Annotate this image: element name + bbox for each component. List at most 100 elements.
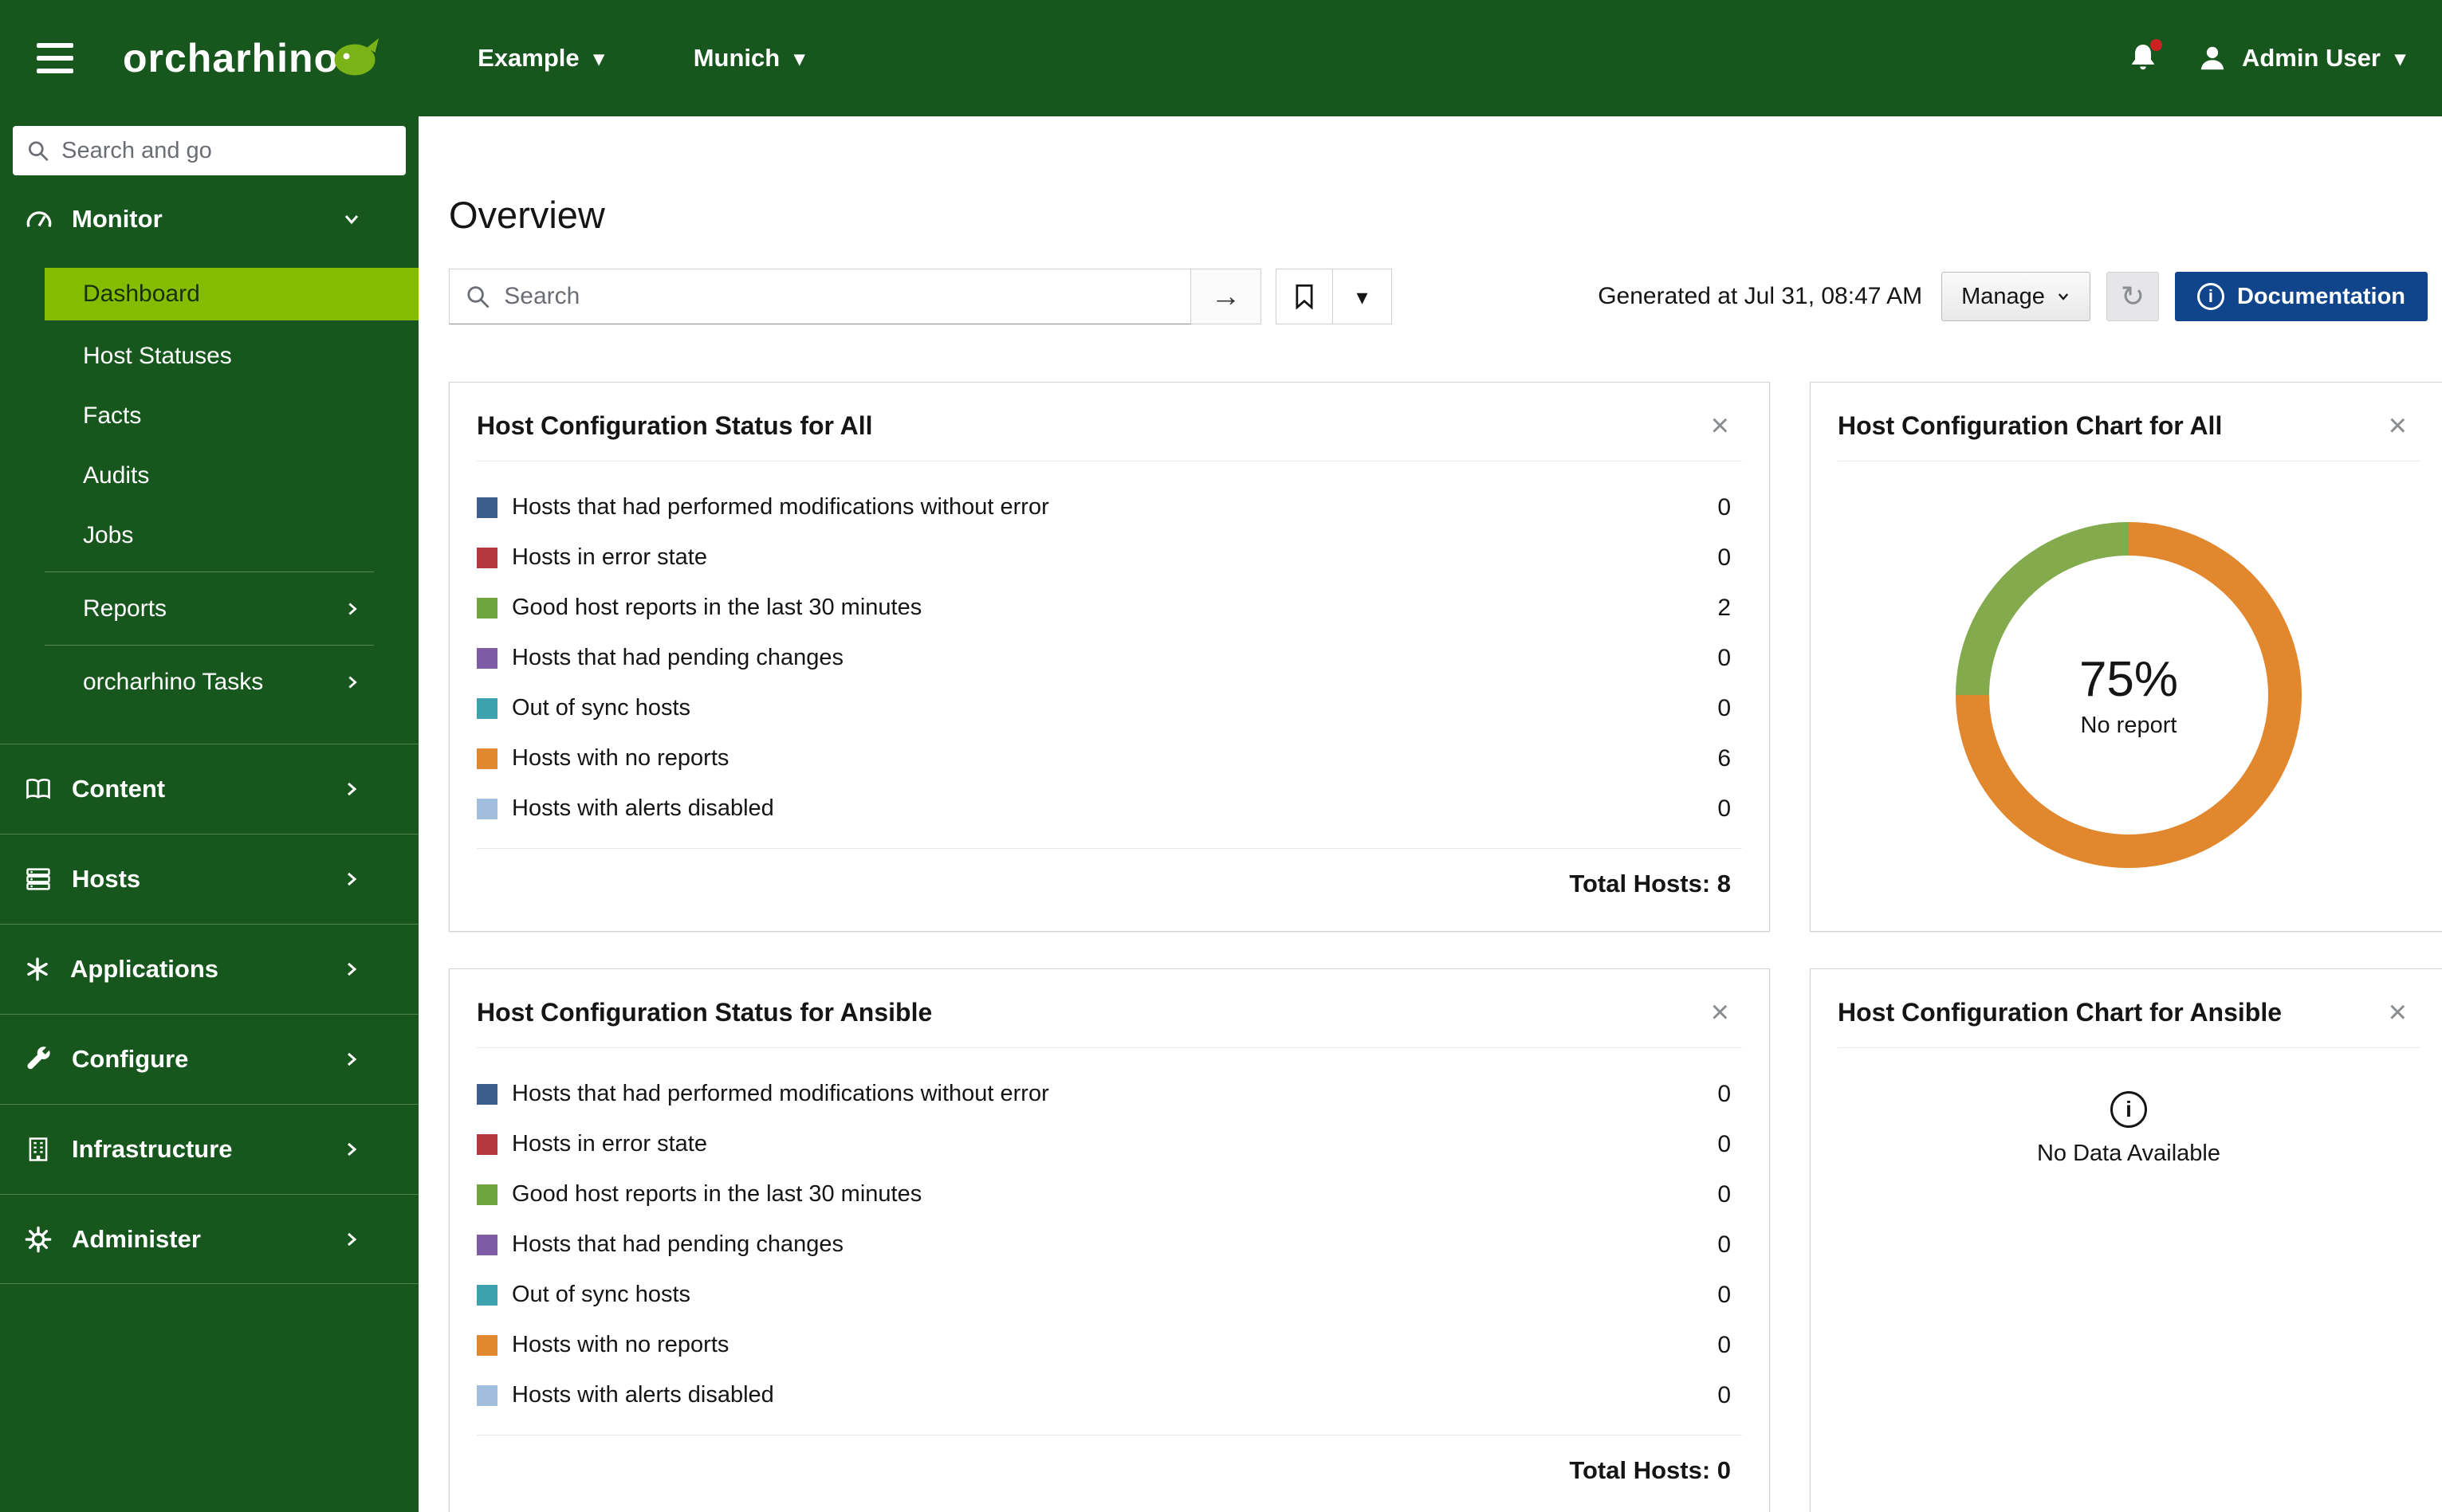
status-color-swatch (477, 1384, 497, 1406)
sidebar-item-jobs[interactable]: Jobs (0, 505, 419, 565)
sidebar-item-administer[interactable]: Administer (0, 1194, 419, 1284)
sidebar-item-label: Monitor (72, 205, 163, 233)
bookmark-dropdown-button[interactable]: ▾ (1333, 269, 1392, 324)
sidebar-item-content[interactable]: Content (0, 744, 419, 834)
sidebar-divider (45, 645, 374, 646)
status-label[interactable]: Hosts that had pending changes (512, 1231, 843, 1258)
user-menu[interactable]: Admin User ▾ (2197, 43, 2405, 73)
sidebar-item-dashboard[interactable]: Dashboard (45, 268, 419, 320)
building-icon (29, 1137, 48, 1161)
wrench-icon (27, 1047, 50, 1070)
dashboard-search-input[interactable] (504, 283, 1174, 310)
status-label[interactable]: Good host reports in the last 30 minutes (512, 595, 922, 621)
status-label[interactable]: Out of sync hosts (512, 695, 690, 721)
sidebar-item-applications[interactable]: Applications (0, 924, 419, 1014)
hamburger-menu-button[interactable] (37, 43, 73, 73)
notifications-bell-button[interactable] (2127, 38, 2162, 77)
sidebar-item-audits[interactable]: Audits (0, 446, 419, 505)
close-icon[interactable]: × (1711, 996, 1729, 1028)
sidebar-item-infrastructure[interactable]: Infrastructure (0, 1104, 419, 1194)
status-value: 0 (1717, 1080, 1731, 1107)
top-bar: orcharhino Example ▾ Munich ▾ Admin User (0, 0, 2442, 116)
sidebar-item-label: Hosts (72, 865, 141, 893)
status-row: Hosts with no reports 0 (477, 1320, 1731, 1370)
donut-chart: 75% No report (1956, 522, 2302, 868)
server-icon (26, 868, 50, 890)
status-value: 6 (1717, 744, 1731, 772)
bookmark-button[interactable] (1276, 269, 1333, 324)
chevron-right-icon (348, 676, 357, 688)
status-value: 0 (1717, 544, 1731, 571)
info-circle-icon: i (2110, 1091, 2147, 1128)
sidebar-item-label: Configure (72, 1045, 189, 1073)
sidebar-search-input[interactable] (61, 137, 391, 164)
rhino-logo-icon (334, 38, 379, 76)
empty-state: i No Data Available (1811, 1091, 2442, 1167)
sidebar-item-host-statuses[interactable]: Host Statuses (0, 326, 419, 386)
generated-at-text: Generated at Jul 31, 08:47 AM (1598, 283, 1923, 309)
sidebar-item-orcharhino-tasks[interactable]: orcharhino Tasks (0, 652, 419, 712)
close-icon[interactable]: × (1711, 410, 1729, 442)
refresh-button[interactable]: ↻ (2106, 272, 2159, 321)
status-label[interactable]: Hosts with alerts disabled (512, 1382, 774, 1408)
status-row: Hosts in error state 0 (477, 1119, 1731, 1169)
chevron-down-icon: ▾ (794, 45, 805, 70)
card-host-config-chart-ansible: Host Configuration Chart for Ansible × i… (1810, 968, 2442, 1512)
documentation-label: Documentation (2236, 283, 2405, 309)
search-icon (467, 286, 490, 308)
location-selector[interactable]: Munich ▾ (694, 44, 805, 73)
status-label[interactable]: Hosts in error state (512, 544, 707, 571)
sidebar-item-hosts[interactable]: Hosts (0, 834, 419, 924)
sidebar-item-monitor[interactable]: Monitor (0, 188, 419, 250)
dashboard-search[interactable] (449, 269, 1191, 324)
logo[interactable]: orcharhino (123, 35, 383, 81)
status-label[interactable]: Hosts that had performed modifications w… (512, 494, 1049, 520)
sidebar-item-configure[interactable]: Configure (0, 1014, 419, 1104)
close-icon[interactable]: × (2389, 410, 2407, 442)
status-label[interactable]: Hosts that had pending changes (512, 645, 843, 671)
status-value: 0 (1717, 1381, 1731, 1408)
toolbar-right: Generated at Jul 31, 08:47 AM Manage ↻ i… (1598, 272, 2428, 321)
card-divider (1838, 1047, 2420, 1048)
sidebar-item-facts[interactable]: Facts (0, 386, 419, 446)
sidebar-item-label: Audits (83, 461, 150, 489)
sidebar-item-label: orcharhino Tasks (83, 668, 264, 695)
bookmark-icon (1296, 284, 1313, 309)
sidebar-item-label: Dashboard (83, 281, 200, 307)
sidebar-item-reports[interactable]: Reports (0, 579, 419, 638)
status-label[interactable]: Hosts that had performed modifications w… (512, 1081, 1049, 1107)
close-icon[interactable]: × (2389, 996, 2407, 1028)
gauge-icon (26, 211, 52, 227)
notification-dot (2149, 38, 2162, 51)
status-label[interactable]: Good host reports in the last 30 minutes (512, 1181, 922, 1208)
status-row: Hosts that had pending changes 0 (477, 1219, 1731, 1270)
card-title: Host Configuration Chart for All (1838, 410, 2223, 440)
status-row: Hosts in error state 0 (477, 532, 1731, 583)
chevron-right-icon (348, 603, 357, 615)
status-color-swatch (477, 1083, 497, 1105)
status-color-swatch (477, 647, 497, 669)
sidebar-search[interactable] (13, 126, 406, 175)
status-color-swatch (477, 697, 497, 719)
status-label[interactable]: Hosts in error state (512, 1131, 707, 1157)
status-label[interactable]: Hosts with no reports (512, 745, 729, 772)
documentation-button[interactable]: i Documentation (2174, 272, 2428, 321)
status-value: 0 (1717, 1231, 1731, 1258)
total-hosts: Total Hosts: 0 (1569, 1456, 1731, 1484)
status-label[interactable]: Hosts with alerts disabled (512, 795, 774, 822)
search-submit-button[interactable]: → (1191, 269, 1261, 324)
manage-button[interactable]: Manage (1941, 272, 2090, 321)
info-circle-icon: i (2196, 283, 2224, 310)
organization-selector[interactable]: Example ▾ (478, 44, 604, 73)
status-color-swatch (477, 748, 497, 769)
status-row: Out of sync hosts 0 (477, 683, 1731, 733)
card-host-config-status-all: Host Configuration Status for All × Host… (449, 382, 1770, 932)
status-label[interactable]: Out of sync hosts (512, 1282, 690, 1308)
status-color-swatch (477, 1334, 497, 1356)
card-title: Host Configuration Status for All (477, 410, 873, 440)
status-label[interactable]: Hosts with no reports (512, 1332, 729, 1358)
status-row: Hosts that had pending changes 0 (477, 633, 1731, 683)
chevron-right-icon (348, 1052, 357, 1066)
status-value: 0 (1717, 1130, 1731, 1157)
